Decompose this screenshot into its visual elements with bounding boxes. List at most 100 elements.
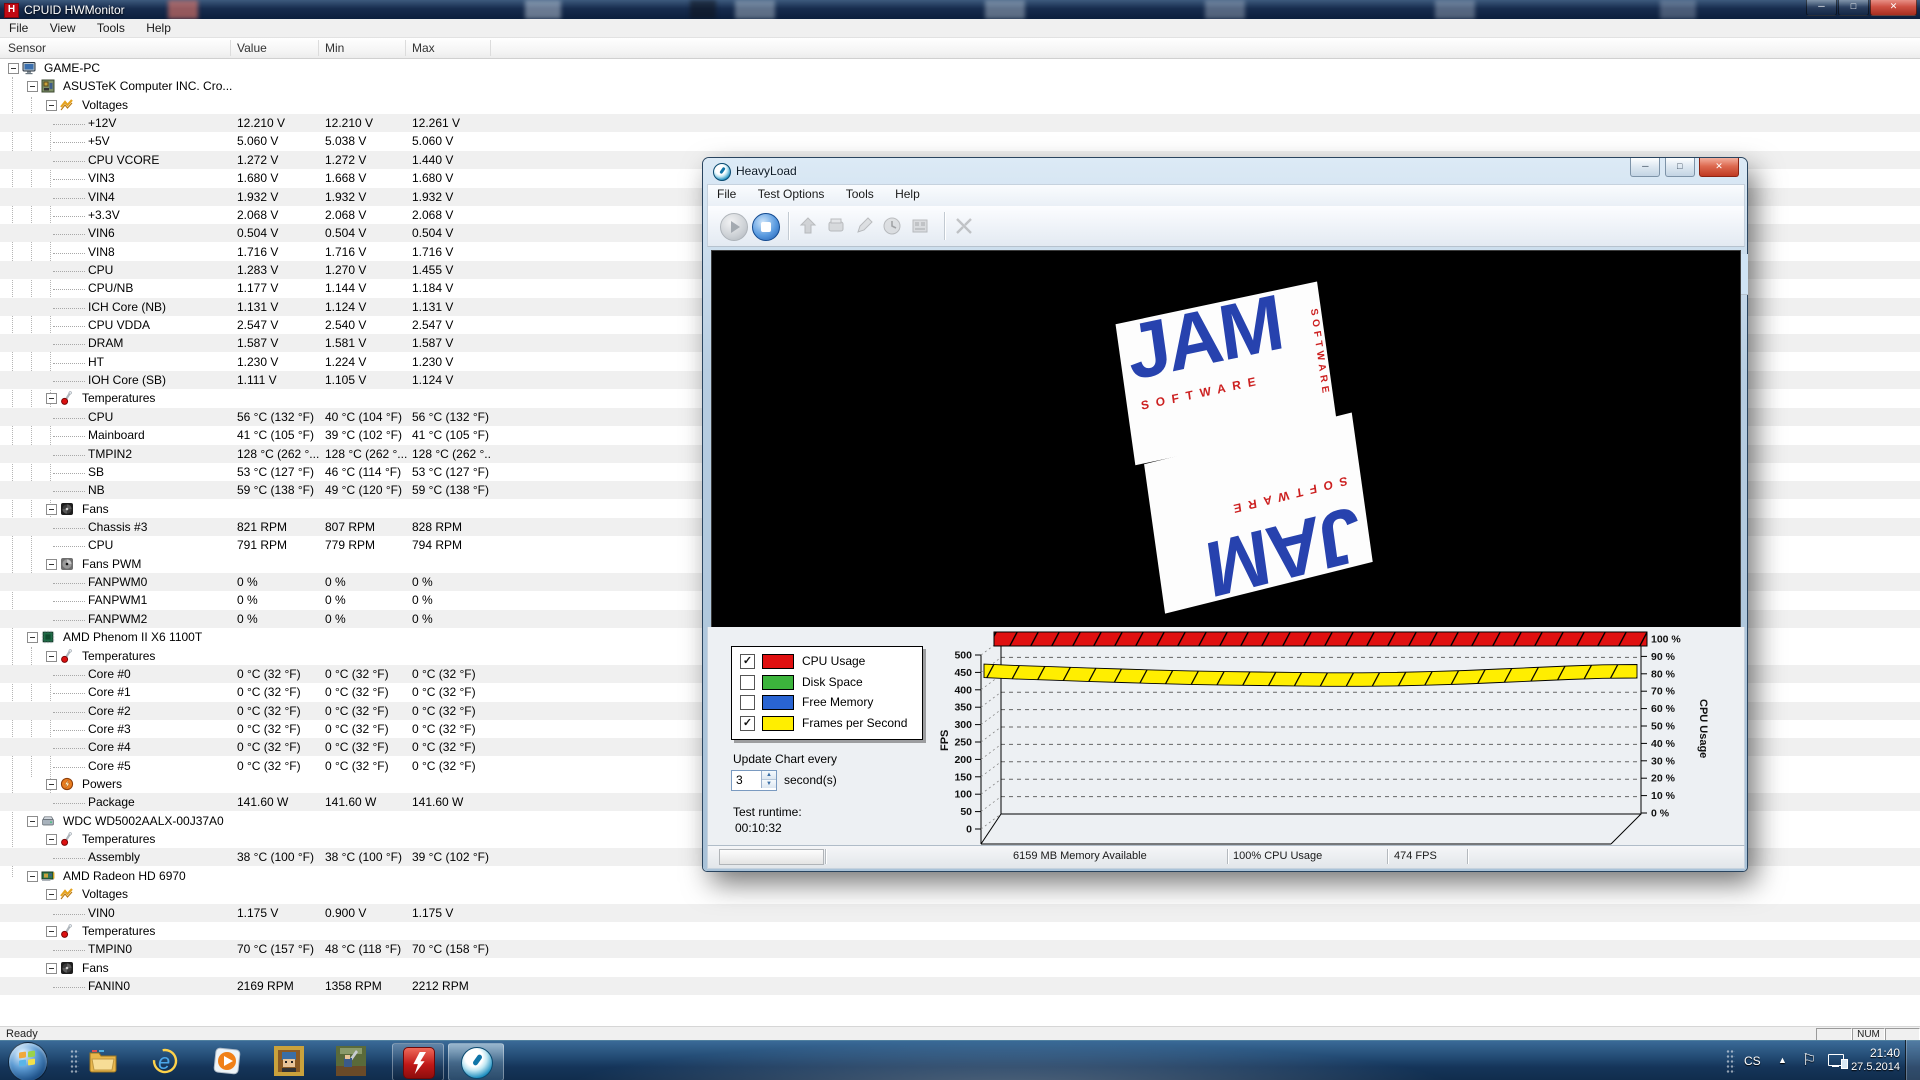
minimize-button[interactable]: ─: [1630, 158, 1660, 177]
legend-color-swatch: [762, 716, 794, 731]
taskbar-item-windows-explorer[interactable]: [88, 1046, 118, 1076]
taskbar-item-red-lightning-app[interactable]: [392, 1043, 444, 1080]
tree-row-game-pc[interactable]: GAME-PC: [0, 59, 1920, 77]
sensor-min: 1.272 V: [325, 153, 410, 167]
expand-collapse-icon[interactable]: [27, 81, 38, 92]
tray-grip[interactable]: [1726, 1049, 1735, 1073]
sensor-min: 1.124 V: [325, 300, 410, 314]
stress-test-render-area: JAM SOFTWARE SOFTWARE JAM SOFTWARE: [711, 250, 1741, 629]
expand-collapse-icon[interactable]: [46, 779, 57, 790]
menu-tools[interactable]: Tools: [88, 19, 134, 37]
tray-language-indicator[interactable]: CS: [1744, 1054, 1761, 1068]
column-max[interactable]: Max: [412, 41, 435, 55]
tray-clock-time[interactable]: 21:40: [1848, 1046, 1900, 1060]
sensor-min: 1.932 V: [325, 190, 410, 204]
minimize-button[interactable]: ─: [1806, 0, 1837, 16]
column-sensor[interactable]: Sensor: [8, 41, 46, 55]
tree-row-temperatures[interactable]: Temperatures: [0, 922, 1920, 940]
close-button[interactable]: ✕: [1699, 158, 1739, 177]
legend-checkbox[interactable]: ✓: [740, 716, 755, 731]
maximize-button[interactable]: □: [1665, 158, 1695, 177]
sensor-min: 128 °C (262 °...: [325, 447, 410, 461]
expand-collapse-icon[interactable]: [46, 963, 57, 974]
taskbar-item-internet-explorer[interactable]: e: [150, 1046, 180, 1076]
menu-help[interactable]: Help: [137, 19, 180, 37]
tree-row-fanin0[interactable]: FANIN02169 RPM1358 RPM2212 RPM: [0, 977, 1920, 995]
expand-collapse-icon[interactable]: [46, 393, 57, 404]
expand-collapse-icon[interactable]: [46, 834, 57, 845]
cpu-icon: [41, 630, 55, 644]
sensor-max: 0.504 V: [412, 226, 492, 240]
start-test-icon[interactable]: [720, 213, 748, 241]
tree-row-12v[interactable]: +12V12.210 V12.210 V12.261 V: [0, 114, 1920, 132]
tree-row-vin0[interactable]: VIN01.175 V0.900 V1.175 V: [0, 904, 1920, 922]
sensor-max: 0 °C (32 °F): [412, 740, 492, 754]
tree-row-voltages[interactable]: Voltages: [0, 96, 1920, 114]
taskbar: e CS ▲ ⚐ 21:40: [0, 1040, 1920, 1080]
sensor-min: 48 °C (118 °F): [325, 942, 410, 956]
menu-tools[interactable]: Tools: [837, 185, 883, 203]
expand-collapse-icon[interactable]: [46, 651, 57, 662]
expand-collapse-icon[interactable]: [27, 871, 38, 882]
legend-checkbox[interactable]: ✓: [740, 654, 755, 669]
action-center-flag-icon[interactable]: ⚐: [1802, 1050, 1816, 1070]
stepper-up-icon[interactable]: ▲: [762, 771, 776, 780]
menu-file[interactable]: File: [0, 19, 37, 37]
heavyload-titlebar[interactable]: HeavyLoad ─ □ ✕: [703, 158, 1747, 184]
menu-view[interactable]: View: [41, 19, 85, 37]
expand-collapse-icon[interactable]: [27, 816, 38, 827]
svg-text:30 %: 30 %: [1651, 755, 1676, 767]
maximize-button[interactable]: □: [1838, 0, 1869, 16]
taskbar-item-windows-media-player[interactable]: [212, 1046, 242, 1076]
tray-show-hidden-icons[interactable]: ▲: [1778, 1055, 1787, 1065]
stress-cpu-time-icon[interactable]: [882, 216, 902, 236]
sensor-max: 0 °C (32 °F): [412, 685, 492, 699]
expand-collapse-icon[interactable]: [46, 559, 57, 570]
menu-test-options[interactable]: Test Options: [749, 185, 834, 203]
update-interval-stepper[interactable]: 3 ▲ ▼: [731, 770, 777, 791]
stop-test-icon[interactable]: [752, 213, 780, 241]
menu-file[interactable]: File: [708, 185, 745, 203]
expand-collapse-icon[interactable]: [46, 100, 57, 111]
expand-collapse-icon[interactable]: [46, 926, 57, 937]
tree-row-asustek-computer-inc-cro[interactable]: ASUSTeK Computer INC. Cro...: [0, 77, 1920, 95]
stress-write-icon[interactable]: [854, 216, 874, 236]
expand-collapse-icon[interactable]: [27, 632, 38, 643]
tree-row-voltages[interactable]: Voltages: [0, 885, 1920, 903]
stress-gpu-icon[interactable]: [798, 216, 818, 236]
sensor-value: 5.060 V: [237, 134, 323, 148]
taskbar-item-heavyload[interactable]: [448, 1043, 504, 1080]
tray-clock-date[interactable]: 27.5.2014: [1840, 1061, 1900, 1073]
sensor-max: 1.124 V: [412, 373, 492, 387]
tree-row-5v[interactable]: +5V5.060 V5.038 V5.060 V: [0, 132, 1920, 150]
expand-collapse-icon[interactable]: [46, 504, 57, 515]
toolbar-grip[interactable]: [70, 1049, 79, 1073]
column-min[interactable]: Min: [325, 41, 344, 55]
expand-collapse-icon[interactable]: [8, 63, 19, 74]
sensor-value: 0 °C (32 °F): [237, 740, 323, 754]
start-button[interactable]: [8, 1042, 48, 1080]
tree-row-fans[interactable]: Fans: [0, 959, 1920, 977]
show-desktop-button[interactable]: [1905, 1040, 1920, 1080]
sensor-label: Fans: [82, 502, 272, 516]
expand-collapse-icon[interactable]: [46, 889, 57, 900]
settings-wrench-icon[interactable]: [954, 216, 974, 236]
stress-disk-icon[interactable]: [826, 216, 846, 236]
column-value[interactable]: Value: [237, 41, 267, 55]
sensor-max: 1.680 V: [412, 171, 492, 185]
legend-checkbox[interactable]: [740, 695, 755, 710]
stress-memory-icon[interactable]: [910, 216, 930, 236]
taskbar-item-pixel-game-1[interactable]: [274, 1046, 304, 1076]
stepper-down-icon[interactable]: ▼: [762, 780, 776, 788]
svg-text:400: 400: [954, 684, 972, 696]
legend-checkbox[interactable]: [740, 675, 755, 690]
close-button[interactable]: ✕: [1870, 0, 1917, 16]
cube-software-side-text: SOFTWARE: [1308, 308, 1331, 398]
tree-row-tmpin0[interactable]: TMPIN070 °C (157 °F)48 °C (118 °F)70 °C …: [0, 940, 1920, 958]
jam-software-cube: JAM SOFTWARE SOFTWARE JAM SOFTWARE: [1060, 250, 1448, 629]
sensor-min: 807 RPM: [325, 520, 410, 534]
menu-help[interactable]: Help: [886, 185, 929, 203]
heavyload-bottom-panel: ✓CPU UsageDisk SpaceFree Memory✓Frames p…: [707, 627, 1745, 845]
taskbar-item-pixel-game-2[interactable]: [336, 1046, 366, 1076]
sensor-max: 5.060 V: [412, 134, 492, 148]
